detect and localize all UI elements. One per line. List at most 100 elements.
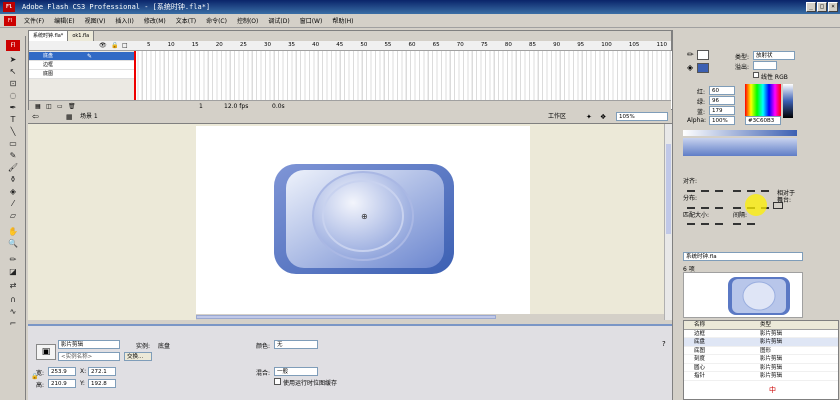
- back-arrow-icon[interactable]: ⇦: [32, 110, 39, 124]
- space-vertical-icon[interactable]: [733, 218, 741, 225]
- stage-vertical-scrollbar[interactable]: [664, 124, 672, 320]
- text-tool-icon[interactable]: T: [6, 114, 20, 125]
- chassis-symbol[interactable]: ⊕: [196, 126, 530, 316]
- ime-indicator[interactable]: 中: [769, 385, 776, 395]
- stroke-pencil-icon[interactable]: ✏: [687, 50, 694, 59]
- snap-magnet-icon[interactable]: ∩: [6, 294, 20, 305]
- x-field[interactable]: 272.1: [88, 367, 116, 376]
- eraser-tool-icon[interactable]: ▱: [6, 210, 20, 221]
- menu-view[interactable]: 视图(V): [85, 16, 106, 25]
- list-item[interactable]: 底图 图形: [684, 347, 838, 355]
- color-effect-select[interactable]: 无: [274, 340, 318, 349]
- distribute-vcenter-icon[interactable]: [701, 202, 709, 209]
- help-icon[interactable]: ?: [662, 340, 666, 348]
- scroll-thumb[interactable]: [666, 144, 671, 234]
- stroke-color-icon[interactable]: ✏: [6, 254, 20, 265]
- swap-button[interactable]: 交换...: [124, 352, 152, 361]
- brightness-slider[interactable]: [783, 84, 793, 118]
- swap-colors-icon[interactable]: ⇄: [6, 280, 20, 291]
- pen-tool-icon[interactable]: ✒: [6, 102, 20, 113]
- stage-horizontal-scrollbar[interactable]: [196, 314, 668, 320]
- instance-name-input[interactable]: <实例名称>: [58, 352, 120, 361]
- menu-modify[interactable]: 修改(M): [144, 16, 166, 25]
- menu-file[interactable]: 文件(F): [24, 16, 44, 25]
- minimize-button[interactable]: _: [806, 2, 816, 12]
- document-icon[interactable]: Fl: [4, 15, 16, 26]
- menu-text[interactable]: 文本(T): [176, 16, 196, 25]
- pencil-tool-icon[interactable]: ✎: [6, 150, 20, 161]
- fill-type-select[interactable]: 放射状: [753, 51, 795, 60]
- match-both-icon[interactable]: [715, 218, 723, 225]
- subselection-tool-icon[interactable]: ↖: [6, 66, 20, 77]
- edit-scene-icon[interactable]: ✦: [586, 110, 592, 124]
- zoom-tool-icon[interactable]: 🔍: [6, 238, 20, 249]
- space-horizontal-icon[interactable]: [747, 218, 755, 225]
- distribute-left-icon[interactable]: [733, 202, 741, 209]
- stage[interactable]: ⊕: [196, 126, 530, 316]
- lock-icon[interactable]: 🔒: [111, 42, 118, 49]
- workspace-menu[interactable]: 工作区: [548, 110, 566, 124]
- cache-checkbox[interactable]: [274, 378, 281, 385]
- brush-tool-icon[interactable]: 🖌: [6, 162, 20, 173]
- align-bottom-icon[interactable]: [761, 185, 769, 192]
- green-field[interactable]: 96: [709, 96, 735, 105]
- align-vcenter-icon[interactable]: [747, 185, 755, 192]
- list-item[interactable]: 圆心 影片剪辑: [684, 364, 838, 372]
- close-button[interactable]: ×: [828, 2, 838, 12]
- menu-control[interactable]: 控制(O): [237, 16, 258, 25]
- symbol-type-select[interactable]: 影片剪辑: [58, 340, 120, 349]
- selection-tool-icon[interactable]: ➤: [6, 54, 20, 65]
- align-left-icon[interactable]: [687, 185, 695, 192]
- alpha-field[interactable]: 100%: [709, 116, 735, 125]
- to-stage-button[interactable]: [773, 202, 783, 209]
- free-transform-tool-icon[interactable]: ⊡: [6, 78, 20, 89]
- outline-icon[interactable]: □: [122, 42, 128, 49]
- menu-debug[interactable]: 调试(D): [268, 16, 289, 25]
- height-field[interactable]: 210.9: [48, 379, 76, 388]
- scene-name[interactable]: 场景 1: [80, 110, 98, 124]
- lock-proportions-icon[interactable]: 🔒: [31, 373, 38, 380]
- fill-swatch[interactable]: [697, 63, 709, 73]
- red-field[interactable]: 60: [709, 86, 735, 95]
- align-right-icon[interactable]: [715, 185, 723, 192]
- menu-commands[interactable]: 命令(C): [206, 16, 227, 25]
- tab-ok1-document[interactable]: ok1.fla: [68, 31, 95, 41]
- list-item[interactable]: 底盘 影片剪辑: [684, 338, 838, 347]
- match-height-icon[interactable]: [701, 218, 709, 225]
- list-item[interactable]: 刻度 影片剪辑: [684, 355, 838, 364]
- color-spectrum-picker[interactable]: [745, 84, 781, 118]
- straighten-icon[interactable]: ⌐: [6, 318, 20, 329]
- edit-symbol-icon[interactable]: ❖: [600, 110, 606, 124]
- hand-tool-icon[interactable]: ✋: [6, 226, 20, 237]
- list-item[interactable]: 指针 影片剪辑: [684, 372, 838, 381]
- paint-bucket-tool-icon[interactable]: ◈: [6, 186, 20, 197]
- menu-insert[interactable]: 插入(I): [115, 16, 133, 25]
- match-width-icon[interactable]: [687, 218, 695, 225]
- gradient-bar[interactable]: [683, 130, 797, 136]
- align-top-icon[interactable]: [733, 185, 741, 192]
- stroke-swatch[interactable]: [697, 50, 709, 60]
- distribute-bottom-icon[interactable]: [715, 202, 723, 209]
- eyedropper-tool-icon[interactable]: ⁄: [6, 198, 20, 209]
- list-item[interactable]: 边框 影片剪辑: [684, 330, 838, 338]
- name-column-header[interactable]: 名称: [684, 321, 760, 329]
- layer-row-background[interactable]: 底图: [29, 70, 134, 79]
- distribute-top-icon[interactable]: [687, 202, 695, 209]
- layer-row-chassis[interactable]: 底盘 ✎: [29, 52, 134, 61]
- scroll-thumb[interactable]: [196, 315, 496, 319]
- fill-color-icon[interactable]: ◪: [6, 266, 20, 277]
- type-column-header[interactable]: 类型: [760, 321, 820, 329]
- library-file-select[interactable]: 系统时钟.fla: [683, 252, 803, 261]
- align-hcenter-icon[interactable]: [701, 185, 709, 192]
- ink-bottle-tool-icon[interactable]: ⚱: [6, 174, 20, 185]
- smooth-icon[interactable]: ∿: [6, 306, 20, 317]
- blend-mode-select[interactable]: 一般: [274, 367, 318, 376]
- overflow-select[interactable]: [753, 61, 777, 70]
- line-tool-icon[interactable]: ╲: [6, 126, 20, 137]
- rectangle-tool-icon[interactable]: ▭: [6, 138, 20, 149]
- layer-row-border[interactable]: 边框: [29, 61, 134, 70]
- menu-window[interactable]: 窗口(W): [300, 16, 323, 25]
- menu-edit[interactable]: 编辑(E): [54, 16, 74, 25]
- linear-rgb-checkbox[interactable]: [753, 72, 759, 78]
- maximize-button[interactable]: □: [817, 2, 827, 12]
